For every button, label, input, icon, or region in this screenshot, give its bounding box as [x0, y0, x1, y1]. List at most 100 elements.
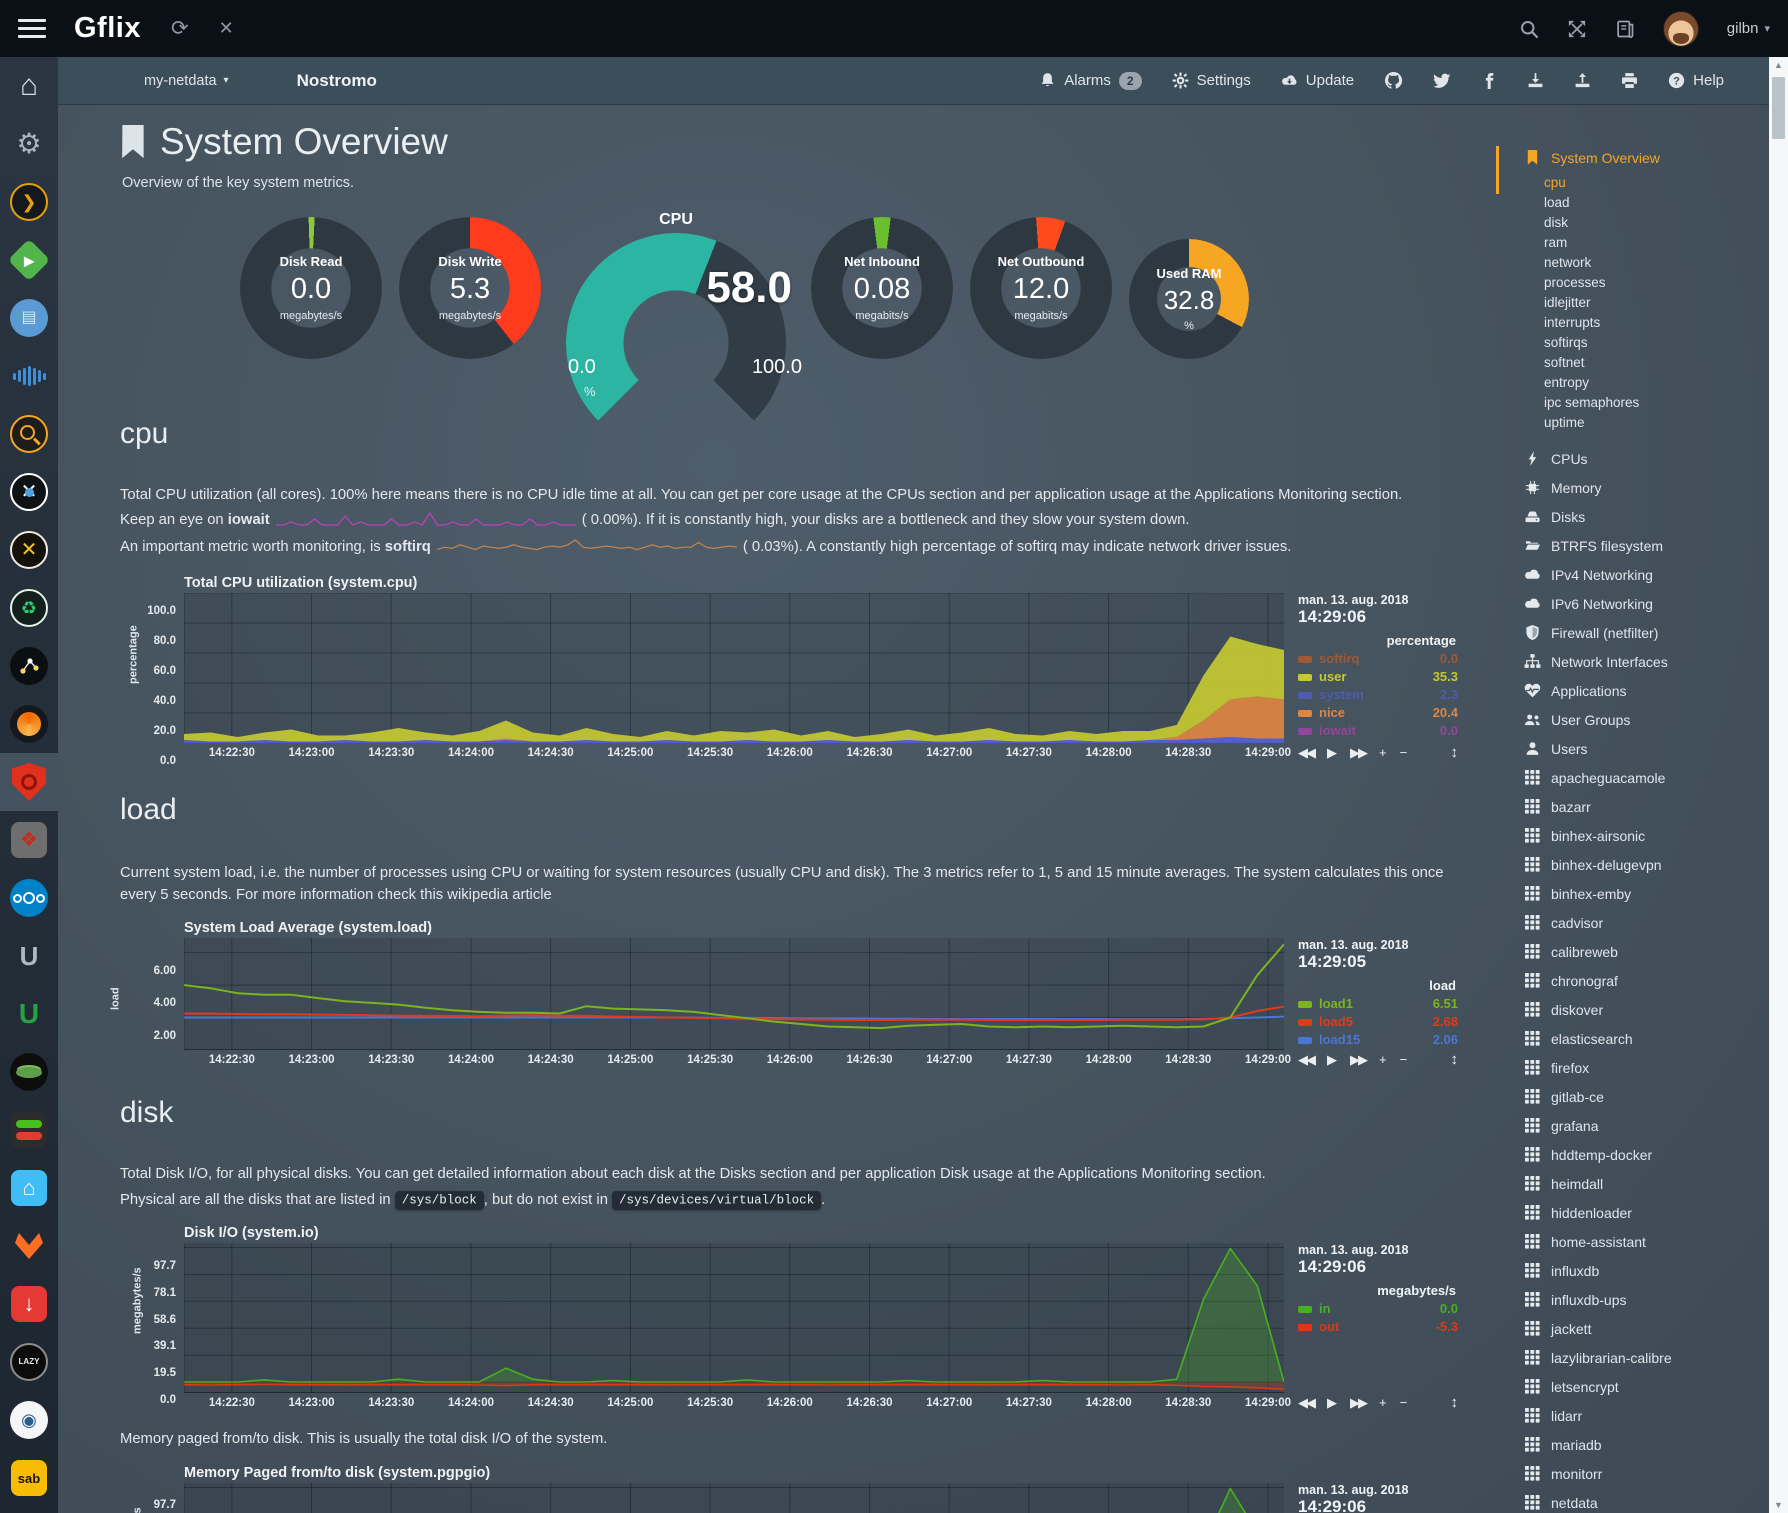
zoom-out-button[interactable]: −: [1400, 745, 1408, 760]
toc-item-binhex-delugevpn[interactable]: binhex-delugevpn: [1498, 850, 1778, 879]
toc-item-monitorr[interactable]: monitorr: [1498, 1459, 1778, 1488]
netdata-shield-icon[interactable]: [0, 753, 58, 811]
twitter-icon[interactable]: [1433, 73, 1451, 89]
sabnzbd-icon[interactable]: sab: [0, 1449, 58, 1507]
net-inbound-gauge[interactable]: Net Inbound0.08megabits/s: [811, 217, 953, 359]
network-nodes-icon[interactable]: [0, 637, 58, 695]
pan-forward-button[interactable]: ▶▶: [1350, 1052, 1366, 1068]
update-button[interactable]: Update: [1281, 72, 1354, 89]
legend-row-load5[interactable]: load52.68: [1298, 1013, 1458, 1031]
grafana-icon[interactable]: [0, 695, 58, 753]
toc-item-ram[interactable]: ram: [1498, 232, 1778, 252]
toc-item-memory[interactable]: Memory: [1498, 473, 1778, 502]
toc-item-elasticsearch[interactable]: elasticsearch: [1498, 1024, 1778, 1053]
toc-item-hiddenloader[interactable]: hiddenloader: [1498, 1198, 1778, 1227]
toc-item-network[interactable]: network: [1498, 252, 1778, 272]
resize-handle[interactable]: ↕: [1451, 1394, 1459, 1411]
refresh-icon[interactable]: ⟳: [171, 16, 189, 41]
toc-item-uptime[interactable]: uptime: [1498, 412, 1778, 432]
pan-backward-button[interactable]: ◀◀: [1298, 745, 1314, 761]
settings-button[interactable]: Settings: [1172, 72, 1251, 89]
home-assistant-icon[interactable]: ⌂: [0, 1159, 58, 1217]
toc-item-firewall-netfilter-[interactable]: Firewall (netfilter): [1498, 618, 1778, 647]
toc-item-entropy[interactable]: entropy: [1498, 372, 1778, 392]
toc-item-ipv4-networking[interactable]: IPv4 Networking: [1498, 560, 1778, 589]
scrollbar-up-arrow[interactable]: ▲: [1774, 57, 1783, 73]
legend-row-user[interactable]: user35.3: [1298, 668, 1458, 686]
jackett-search-icon[interactable]: [0, 405, 58, 463]
play-button[interactable]: ▶: [1327, 1052, 1337, 1068]
legend-row-softirq[interactable]: softirq0.0: [1298, 650, 1458, 668]
saucer-icon[interactable]: [0, 1043, 58, 1101]
toc-item-users[interactable]: Users: [1498, 734, 1778, 763]
toc-item-lazylibrarian-calibre[interactable]: lazylibrarian-calibre: [1498, 1343, 1778, 1372]
pan-forward-button[interactable]: ▶▶: [1350, 745, 1366, 761]
legend-row-out[interactable]: out-5.3: [1298, 1318, 1458, 1336]
load-average-chart[interactable]: System Load Average (system.load)load2.0…: [120, 920, 1458, 1070]
toc-item-binhex-airsonic[interactable]: binhex-airsonic: [1498, 821, 1778, 850]
net-outbound-gauge[interactable]: Net Outbound12.0megabits/s: [970, 217, 1112, 359]
legend-row-nice[interactable]: nice20.4: [1298, 704, 1458, 722]
toc-item-disk[interactable]: disk: [1498, 212, 1778, 232]
print-icon[interactable]: [1621, 72, 1638, 89]
toc-item-processes[interactable]: processes: [1498, 272, 1778, 292]
scrollbar-thumb[interactable]: [1772, 77, 1785, 139]
user-avatar[interactable]: [1663, 11, 1699, 47]
gitlab-icon[interactable]: [0, 1217, 58, 1275]
server-dropdown[interactable]: my-netdata ▾: [144, 73, 229, 89]
zoom-in-button[interactable]: +: [1379, 1395, 1387, 1410]
toc-item-jackett[interactable]: jackett: [1498, 1314, 1778, 1343]
toc-item-network-interfaces[interactable]: Network Interfaces: [1498, 647, 1778, 676]
toc-item-apacheguacamole[interactable]: apacheguacamole: [1498, 763, 1778, 792]
user-menu[interactable]: gilbn ▾: [1727, 20, 1770, 37]
toc-item-hddtemp-docker[interactable]: hddtemp-docker: [1498, 1140, 1778, 1169]
scrollbar-down-arrow[interactable]: ▼: [1774, 1497, 1783, 1513]
media-server-icon[interactable]: ▤: [0, 289, 58, 347]
toc-item-bazarr[interactable]: bazarr: [1498, 792, 1778, 821]
chart-plot-area[interactable]: 14:22:3014:23:0014:23:3014:24:0014:24:30…: [184, 593, 1284, 763]
green-u-icon[interactable]: U: [0, 985, 58, 1043]
zoom-in-button[interactable]: +: [1379, 745, 1387, 760]
fullscreen-expand-icon[interactable]: [1567, 19, 1587, 39]
pan-backward-button[interactable]: ◀◀: [1298, 1395, 1314, 1411]
toc-item-cadvisor[interactable]: cadvisor: [1498, 908, 1778, 937]
plex-icon[interactable]: ❯: [0, 173, 58, 231]
toc-item-system-overview[interactable]: System Overview: [1498, 143, 1778, 172]
toc-item-letsencrypt[interactable]: letsencrypt: [1498, 1372, 1778, 1401]
toc-item-home-assistant[interactable]: home-assistant: [1498, 1227, 1778, 1256]
toc-item-firefox[interactable]: firefox: [1498, 1053, 1778, 1082]
toc-item-chronograf[interactable]: chronograf: [1498, 966, 1778, 995]
github-icon[interactable]: [1384, 71, 1403, 90]
toc-item-interrupts[interactable]: interrupts: [1498, 312, 1778, 332]
toc-item-ipc-semaphores[interactable]: ipc semaphores: [1498, 392, 1778, 412]
cpu-utilization-chart[interactable]: Total CPU utilization (system.cpu)percen…: [120, 575, 1458, 763]
legend-row-in[interactable]: in0.0: [1298, 1300, 1458, 1318]
toc-item-diskover[interactable]: diskover: [1498, 995, 1778, 1024]
pan-forward-button[interactable]: ▶▶: [1350, 1395, 1366, 1411]
airsonic-wave-icon[interactable]: [0, 347, 58, 405]
toc-item-calibreweb[interactable]: calibreweb: [1498, 937, 1778, 966]
pan-backward-button[interactable]: ◀◀: [1298, 1052, 1314, 1068]
toc-item-cpus[interactable]: CPUs: [1498, 444, 1778, 473]
import-snapshot-icon[interactable]: [1527, 72, 1544, 89]
home-icon[interactable]: ⌂: [0, 57, 58, 115]
emby-icon[interactable]: ▶: [0, 231, 58, 289]
chart-plot-area[interactable]: 14:22:3014:23:0014:23:3014:24:0014:24:30…: [184, 1243, 1284, 1413]
resize-handle[interactable]: ↕: [1451, 744, 1459, 761]
toc-item-heimdall[interactable]: heimdall: [1498, 1169, 1778, 1198]
toc-item-idlejitter[interactable]: idlejitter: [1498, 292, 1778, 312]
toc-item-influxdb-ups[interactable]: influxdb-ups: [1498, 1285, 1778, 1314]
toc-item-mariadb[interactable]: mariadb: [1498, 1430, 1778, 1459]
toc-item-ipv6-networking[interactable]: IPv6 Networking: [1498, 589, 1778, 618]
toc-item-cpu[interactable]: cpu: [1498, 172, 1778, 192]
facebook-icon[interactable]: [1481, 73, 1497, 89]
download-app-icon[interactable]: ↓: [0, 1275, 58, 1333]
recycle-green-icon[interactable]: ♻: [0, 579, 58, 637]
toc-item-user-groups[interactable]: User Groups: [1498, 705, 1778, 734]
zoom-out-button[interactable]: −: [1400, 1052, 1408, 1067]
chart-plot-area[interactable]: 14:22:3014:23:0014:23:3014:24:0014:24:30…: [184, 1483, 1284, 1513]
red-cubes-icon[interactable]: ❖: [0, 811, 58, 869]
toc-item-lidarr[interactable]: lidarr: [1498, 1401, 1778, 1430]
unifi-icon[interactable]: U: [0, 927, 58, 985]
play-button[interactable]: ▶: [1327, 745, 1337, 761]
